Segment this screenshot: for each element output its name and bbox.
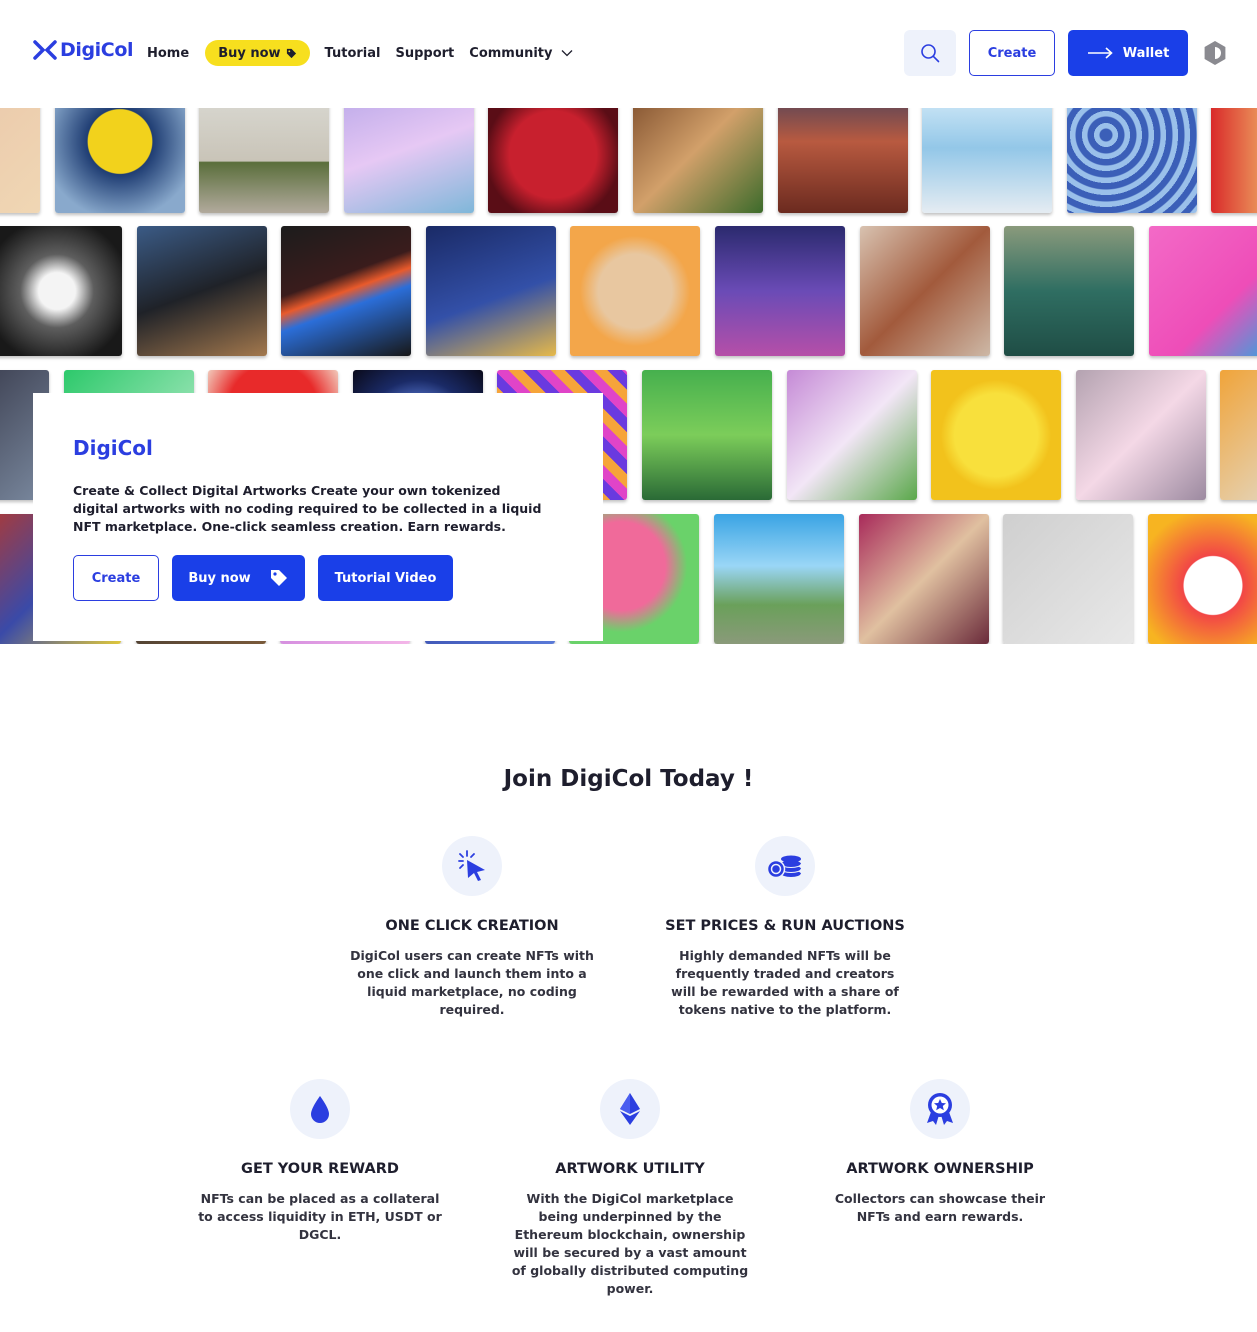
nft-artwork-tile[interactable] [425, 226, 556, 356]
search-icon [921, 44, 940, 63]
hero-buy-now-label: Buy now [188, 570, 251, 586]
nft-artwork-tile[interactable] [281, 226, 412, 356]
cursor-click-icon [458, 850, 485, 881]
nav-community-label: Community [469, 45, 553, 61]
nav-tutorial[interactable]: Tutorial [325, 46, 381, 61]
nft-artwork-tile[interactable] [1211, 108, 1257, 213]
hero-actions: Create Buy now Tutorial Video [73, 555, 453, 601]
feature-title: ARTWORK UTILITY [555, 1161, 705, 1177]
feature-title: SET PRICES & RUN AUCTIONS [665, 918, 905, 934]
nft-artwork-tile[interactable] [1220, 370, 1257, 500]
hero-create-button[interactable]: Create [73, 555, 159, 601]
header-create-button[interactable]: Create [969, 30, 1055, 76]
feature-icon-wrap [910, 1079, 970, 1139]
nft-artwork-tile[interactable] [1003, 514, 1134, 644]
coins-icon [766, 855, 802, 879]
nft-artwork-tile[interactable] [54, 108, 185, 213]
hero-title: DigiCol [73, 436, 153, 460]
wallet-button[interactable]: Wallet [1068, 30, 1188, 76]
feature-artwork-utility: ARTWORK UTILITY With the DigiCol marketp… [505, 1079, 755, 1298]
ethereum-icon [620, 1093, 640, 1125]
nft-artwork-tile[interactable] [859, 226, 990, 356]
feature-one-click-creation: ONE CLICK CREATION DigiCol users can cre… [347, 836, 597, 1019]
feature-description: Highly demanded NFTs will be frequently … [671, 948, 899, 1017]
hero-card: DigiCol Create & Collect Digital Artwork… [33, 393, 603, 641]
nft-artwork-tile[interactable] [199, 108, 330, 213]
feature-description: DigiCol users can create NFTs with one c… [350, 948, 594, 1017]
feature-description: NFTs can be placed as a collateral to ac… [198, 1191, 442, 1242]
nft-artwork-tile[interactable] [488, 108, 619, 213]
hero-description: Create & Collect Digital Artworks Create… [73, 483, 542, 534]
feature-artwork-ownership: ARTWORK OWNERSHIP Collectors can showcas… [815, 1079, 1065, 1226]
logo-text: DigiCol [60, 39, 134, 61]
nft-artwork-tile[interactable] [343, 108, 474, 213]
nft-artwork-tile[interactable] [633, 108, 763, 213]
nav-buy-now-label: Buy now [218, 45, 281, 61]
drop-icon [311, 1096, 329, 1123]
theme-toggle-icon[interactable] [1202, 40, 1228, 66]
nav-community[interactable]: Community [469, 46, 572, 61]
nft-artwork-tile[interactable] [931, 370, 1062, 500]
feature-icon-wrap [600, 1079, 660, 1139]
logo-mark-icon [33, 40, 57, 60]
tag-icon [286, 48, 296, 58]
nft-artwork-tile[interactable] [642, 370, 772, 500]
nft-artwork-tile[interactable] [0, 108, 40, 213]
nav-home[interactable]: Home [147, 46, 189, 61]
nft-artwork-tile[interactable] [1066, 108, 1197, 213]
feature-get-your-reward: GET YOUR REWARD NFTs can be placed as a … [195, 1079, 445, 1244]
nft-artwork-tile[interactable] [714, 514, 844, 644]
arrow-right-icon [1087, 47, 1113, 59]
nft-artwork-tile[interactable] [777, 108, 908, 213]
tag-icon [270, 570, 287, 586]
nft-artwork-tile[interactable] [1004, 226, 1135, 356]
feature-icon-wrap [755, 836, 815, 896]
digicol-logo[interactable]: DigiCol [33, 38, 134, 62]
nav-buy-now[interactable]: Buy now [205, 40, 310, 66]
nft-artwork-tile[interactable] [715, 226, 845, 356]
nft-artwork-tile[interactable] [858, 514, 989, 644]
feature-icon-wrap [290, 1079, 350, 1139]
feature-set-prices-auctions: SET PRICES & RUN AUCTIONS Highly demande… [660, 836, 910, 1019]
nft-artwork-tile[interactable] [1148, 226, 1257, 356]
nft-artwork-tile[interactable] [570, 226, 701, 356]
nft-artwork-tile[interactable] [786, 370, 917, 500]
feature-title: GET YOUR REWARD [241, 1161, 399, 1177]
nft-artwork-tile[interactable] [1075, 370, 1206, 500]
nav-support[interactable]: Support [395, 46, 454, 61]
feature-title: ONE CLICK CREATION [385, 918, 559, 934]
wallet-label: Wallet [1122, 45, 1170, 61]
nft-artwork-tile[interactable] [1147, 514, 1257, 644]
join-title: Join DigiCol Today ! [503, 766, 754, 792]
nft-artwork-tile[interactable] [136, 226, 267, 356]
nft-artwork-tile[interactable] [0, 226, 122, 356]
hero-buy-now-button[interactable]: Buy now [172, 555, 305, 601]
feature-description: With the DigiCol marketplace being under… [511, 1191, 749, 1296]
chevron-down-icon [561, 50, 572, 57]
top-header: DigiCol Home Buy now Tutorial Support Co… [0, 0, 1257, 108]
feature-icon-wrap [442, 836, 502, 896]
main-nav: Home Buy now Tutorial Support Community [147, 40, 573, 66]
feature-description: Collectors can showcase their NFTs and e… [834, 1191, 1046, 1224]
feature-title: ARTWORK OWNERSHIP [846, 1161, 1034, 1177]
tutorial-video-button[interactable]: Tutorial Video [318, 555, 453, 601]
search-button[interactable] [904, 30, 956, 76]
nft-artwork-tile[interactable] [922, 108, 1053, 213]
award-icon [927, 1093, 953, 1125]
